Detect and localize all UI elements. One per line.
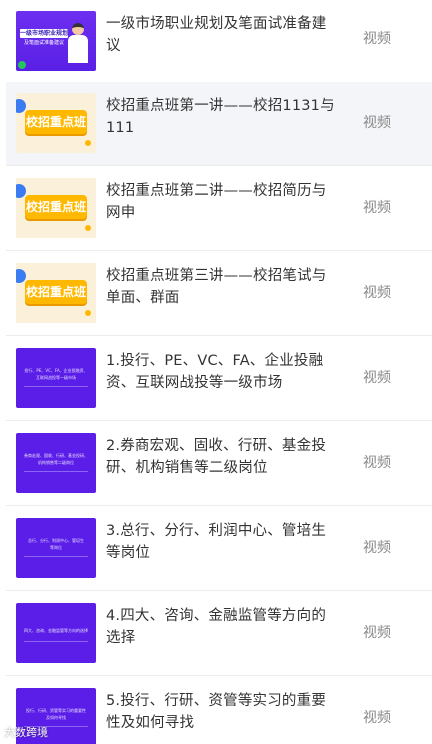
item-type-label: 视频 (363, 455, 391, 471)
video-thumbnail: 校招重点班 (16, 93, 96, 153)
thumbnail-subtitle: 等岗位 (50, 545, 62, 550)
item-title: 4.四大、咨询、金融监管等方向的选择 (106, 608, 327, 646)
item-title: 5.投行、行研、资管等实习的重要性及如何寻找 (106, 693, 327, 731)
thumbnail-title: 投行、行研、资管等实习的重要性 (26, 708, 86, 713)
list-item[interactable]: 一级市场职业规划 及笔面试准备建议 一级市场职业规划及笔面试准备建议 视频 (6, 0, 432, 84)
item-title: 1.投行、PE、VC、FA、企业投融资、互联网战投等一级市场 (106, 353, 324, 391)
thumbnail-title: 投行、PE、VC、FA、企业投融资、 (24, 368, 88, 373)
course-list: 一级市场职业规划 及笔面试准备建议 一级市场职业规划及笔面试准备建议 视频 校招… (0, 0, 432, 744)
thumbnail-title: 校招重点班 (25, 110, 87, 134)
item-type-label: 视频 (363, 540, 391, 556)
decorative-ball-icon (16, 99, 26, 113)
list-item[interactable]: 券商宏观、固收、行研、基金投研、 机构销售等二级岗位 2.券商宏观、固收、行研、… (6, 422, 432, 506)
video-thumbnail: 投行、PE、VC、FA、企业投融资、 互联网战投等一级市场 (16, 348, 96, 408)
item-title: 校招重点班第一讲——校招1131与111 (106, 98, 335, 136)
list-item[interactable]: 校招重点班 校招重点班第一讲——校招1131与111 视频 (6, 82, 432, 166)
list-item[interactable]: 投行、行研、资管等实习的重要性 及如何寻找 5.投行、行研、资管等实习的重要性及… (6, 677, 432, 744)
divider (24, 386, 88, 387)
video-thumbnail: 校招重点班 (16, 178, 96, 238)
list-item[interactable]: 投行、PE、VC、FA、企业投融资、 互联网战投等一级市场 1.投行、PE、VC… (6, 337, 432, 421)
item-type-label: 视频 (363, 370, 391, 386)
thumbnail-title: 总行、分行、利润中心、管培生 (28, 538, 84, 543)
divider (24, 556, 88, 557)
divider (24, 471, 88, 472)
thumbnail-title: 校招重点班 (25, 195, 87, 219)
check-icon (18, 61, 26, 69)
watermark: 大数跨境 (4, 726, 48, 739)
divider (24, 641, 88, 642)
list-item[interactable]: 总行、分行、利润中心、管培生 等岗位 3.总行、分行、利润中心、管培生等岗位 视… (6, 507, 432, 591)
item-type-label: 视频 (363, 285, 391, 301)
thumbnail-title: 一级市场职业规划 (20, 29, 69, 38)
video-thumbnail: 校招重点班 (16, 263, 96, 323)
decorative-dot-icon (85, 310, 91, 316)
item-type-label: 视频 (363, 115, 391, 131)
video-thumbnail: 券商宏观、固收、行研、基金投研、 机构销售等二级岗位 (16, 433, 96, 493)
thumbnail-title: 券商宏观、固收、行研、基金投研、 (24, 453, 88, 458)
decorative-dot-icon (85, 140, 91, 146)
item-type-label: 视频 (363, 31, 391, 47)
list-item[interactable]: 四大、咨询、金融监管等方向的选择 4.四大、咨询、金融监管等方向的选择 视频 (6, 592, 432, 676)
list-item[interactable]: 校招重点班 校招重点班第二讲——校招简历与网申 视频 (6, 167, 432, 251)
person-illustration (68, 23, 88, 63)
video-thumbnail: 一级市场职业规划 及笔面试准备建议 (16, 11, 96, 71)
thumbnail-subtitle: 互联网战投等一级市场 (36, 375, 76, 380)
thumbnail-subtitle: 及如何寻找 (46, 715, 66, 720)
item-title: 2.券商宏观、固收、行研、基金投研、机构销售等二级岗位 (106, 438, 327, 476)
item-title: 一级市场职业规划及笔面试准备建议 (106, 16, 327, 54)
item-type-label: 视频 (363, 200, 391, 216)
item-type-label: 视频 (363, 625, 391, 641)
video-thumbnail: 四大、咨询、金融监管等方向的选择 (16, 603, 96, 663)
decorative-dot-icon (85, 225, 91, 231)
decorative-ball-icon (16, 269, 26, 283)
thumbnail-subtitle: 机构销售等二级岗位 (38, 460, 74, 465)
thumbnail-subtitle: 及笔面试准备建议 (23, 40, 64, 46)
list-item[interactable]: 校招重点班 校招重点班第三讲——校招笔试与单面、群面 视频 (6, 252, 432, 336)
video-thumbnail: 总行、分行、利润中心、管培生 等岗位 (16, 518, 96, 578)
item-title: 3.总行、分行、利润中心、管培生等岗位 (106, 523, 327, 561)
thumbnail-title: 校招重点班 (25, 280, 87, 304)
thumbnail-title: 四大、咨询、金融监管等方向的选择 (24, 628, 88, 633)
item-title: 校招重点班第三讲——校招笔试与单面、群面 (106, 268, 327, 306)
decorative-ball-icon (16, 184, 26, 198)
item-title: 校招重点班第二讲——校招简历与网申 (106, 183, 327, 221)
item-type-label: 视频 (363, 710, 391, 726)
